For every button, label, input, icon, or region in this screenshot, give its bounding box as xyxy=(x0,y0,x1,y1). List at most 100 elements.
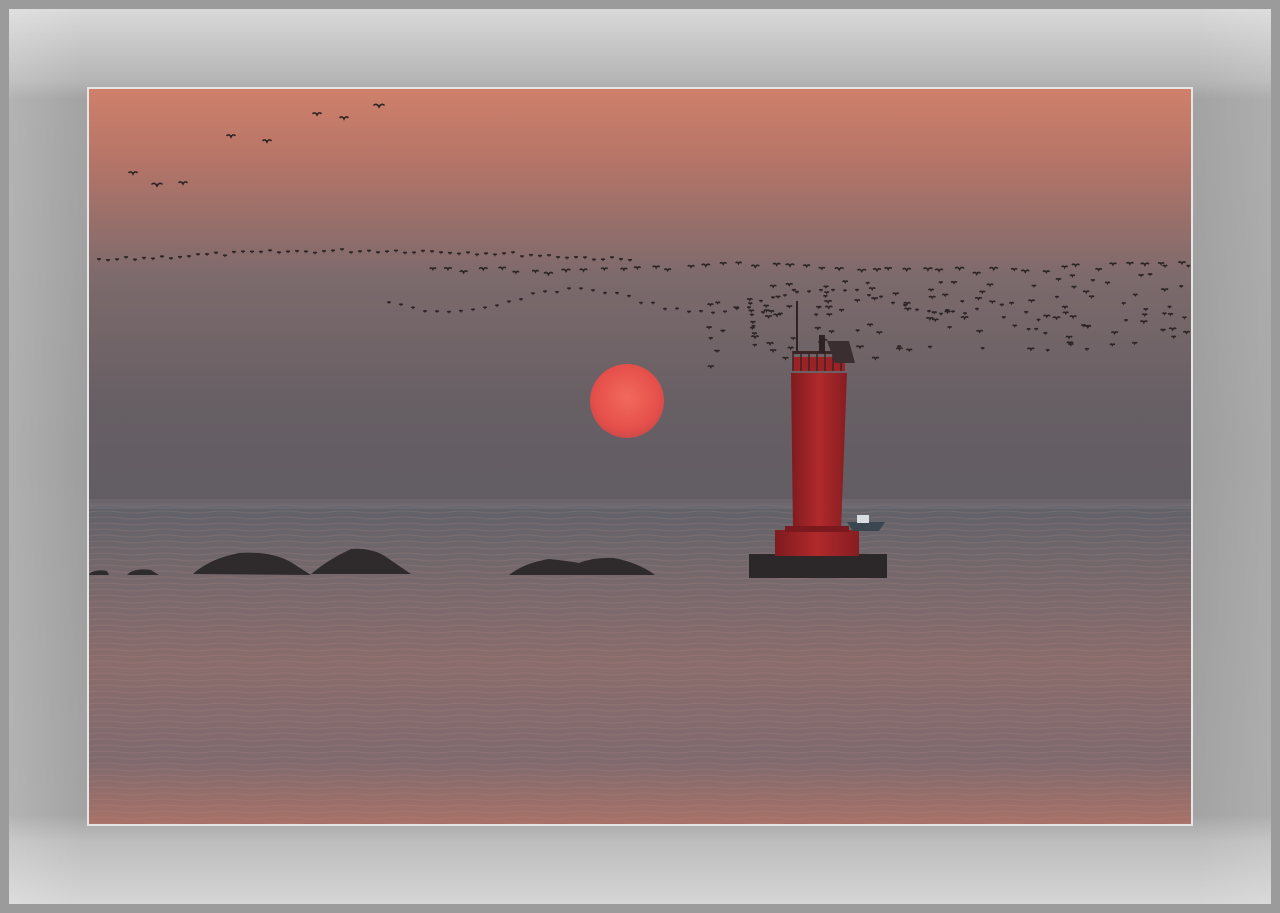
bird xyxy=(735,307,739,311)
bird xyxy=(903,304,907,308)
bird xyxy=(543,290,547,294)
bird xyxy=(456,252,462,256)
bird xyxy=(687,310,691,314)
bird xyxy=(168,257,174,261)
bird xyxy=(1167,305,1172,309)
bird xyxy=(546,254,552,258)
bird xyxy=(783,294,787,298)
bird xyxy=(807,290,811,294)
bird xyxy=(567,287,571,291)
bird xyxy=(927,309,931,314)
bird xyxy=(474,253,480,257)
bird xyxy=(1036,318,1041,322)
bird xyxy=(618,257,624,262)
bird xyxy=(639,301,643,305)
bird xyxy=(759,299,763,303)
sea-ripples xyxy=(89,503,1191,824)
bird xyxy=(213,251,219,255)
bird xyxy=(1001,315,1006,320)
bird xyxy=(609,256,615,260)
bird xyxy=(591,258,597,262)
bird xyxy=(423,310,427,314)
bird xyxy=(507,300,511,304)
bird xyxy=(1147,273,1153,277)
bird xyxy=(348,251,354,255)
bird xyxy=(555,290,559,295)
bird xyxy=(775,295,781,300)
bird xyxy=(402,251,408,255)
bird xyxy=(708,336,713,341)
bird xyxy=(715,301,721,305)
bird xyxy=(963,312,967,316)
bird xyxy=(747,306,751,310)
bird xyxy=(510,251,516,255)
bird xyxy=(1009,301,1015,306)
bird xyxy=(519,298,523,302)
bird xyxy=(627,294,631,299)
bird xyxy=(123,255,129,260)
bird xyxy=(897,345,902,349)
sky xyxy=(89,89,1191,509)
bird xyxy=(749,313,755,317)
bird xyxy=(777,312,783,317)
bird xyxy=(330,249,336,253)
bird xyxy=(879,295,883,299)
bird xyxy=(471,308,475,312)
bird xyxy=(651,301,655,305)
bird xyxy=(411,251,417,255)
bird xyxy=(537,254,543,258)
horizon-haze xyxy=(89,499,1191,509)
bird xyxy=(435,310,439,314)
bird xyxy=(573,255,579,260)
bird xyxy=(751,332,758,336)
sun xyxy=(590,364,664,438)
bird xyxy=(294,249,300,254)
bird xyxy=(603,291,607,296)
bird xyxy=(723,310,727,314)
bird xyxy=(790,336,796,341)
bird xyxy=(528,253,534,258)
bird xyxy=(865,281,870,286)
bird xyxy=(795,290,799,295)
bird xyxy=(411,306,415,310)
bird xyxy=(699,310,703,314)
bird xyxy=(555,255,561,260)
bird xyxy=(195,253,201,257)
bird xyxy=(1132,293,1138,298)
sunset-photo xyxy=(89,89,1191,824)
bird xyxy=(711,311,715,315)
bird xyxy=(1034,327,1039,332)
bird xyxy=(495,304,499,308)
bird xyxy=(222,254,228,258)
bird xyxy=(960,300,965,304)
bird xyxy=(564,256,570,260)
bird xyxy=(177,255,183,260)
bird xyxy=(579,287,583,291)
bird xyxy=(823,294,828,299)
bird xyxy=(980,346,985,351)
bird xyxy=(483,252,489,256)
bird xyxy=(1179,285,1184,289)
bird xyxy=(258,250,264,254)
bird xyxy=(748,302,753,306)
bird xyxy=(339,248,345,252)
bird xyxy=(831,288,835,293)
bird xyxy=(357,250,363,254)
bird xyxy=(1012,324,1018,328)
bird xyxy=(947,325,952,330)
bird xyxy=(819,288,823,293)
bird xyxy=(752,343,758,348)
bird xyxy=(838,308,845,313)
bird xyxy=(399,303,403,307)
bird xyxy=(531,292,535,296)
bird xyxy=(915,308,919,312)
bird xyxy=(438,251,444,255)
bird xyxy=(141,256,147,261)
bird xyxy=(459,309,463,313)
bird xyxy=(420,249,426,253)
bird xyxy=(285,250,291,254)
bird xyxy=(1121,302,1126,306)
bird xyxy=(501,252,507,256)
bird xyxy=(159,255,165,259)
bird xyxy=(1186,264,1191,268)
